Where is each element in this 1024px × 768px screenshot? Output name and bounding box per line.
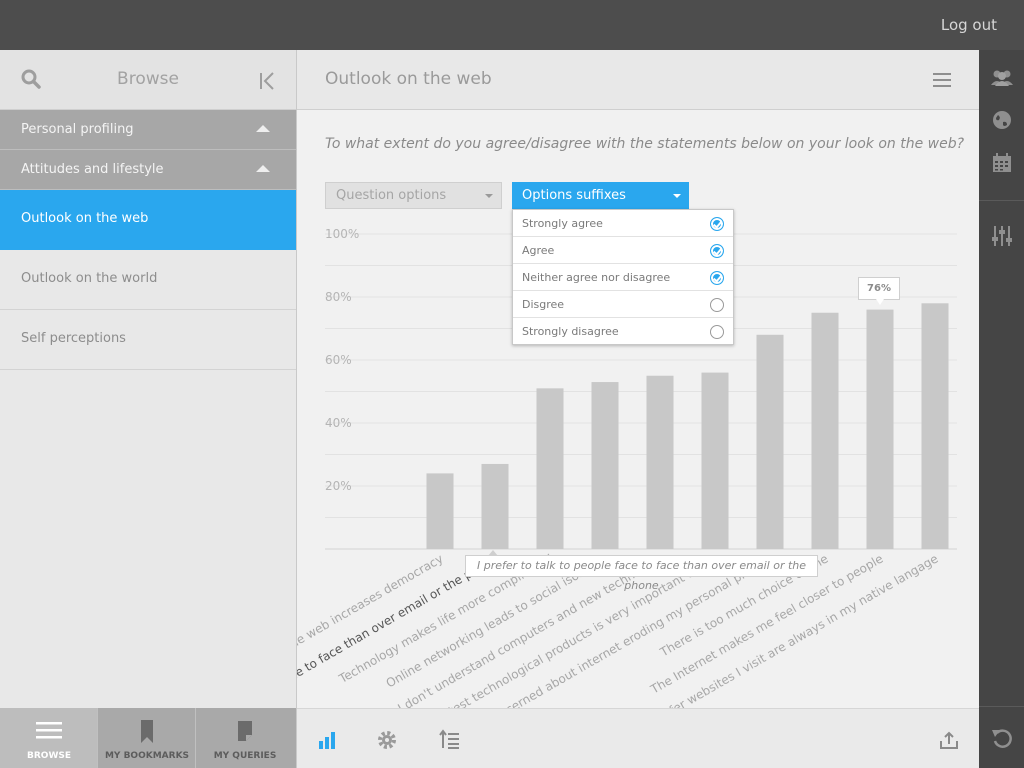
option-disagree[interactable]: Disgree [513,291,733,318]
question-options-dropdown[interactable]: Question options [325,182,502,209]
bar [811,312,839,549]
top-bar: Log out [0,0,1024,50]
option-label: Strongly disagree [522,325,619,338]
collapse-sidebar-icon[interactable] [258,70,278,92]
y-tick-label: 100% [325,227,359,241]
bar [591,382,619,549]
y-tick-label: 20% [325,479,352,493]
sidebar-header: Browse [0,50,296,110]
section-label: Personal profiling [21,122,134,137]
dropdown-label: Question options [336,188,447,203]
rail-divider [979,200,1024,201]
gear-icon[interactable] [376,729,398,751]
section-attitudes-lifestyle[interactable]: Attitudes and lifestyle [0,150,296,190]
list-icon [0,720,98,745]
bar [646,375,674,549]
undo-icon[interactable] [990,727,1014,749]
sidebar-item-outlook-world[interactable]: Outlook on the world [0,250,296,310]
sidebar: Browse Personal profiling Attitudes and … [0,50,297,768]
tab-label: BROWSE [27,751,71,761]
right-rail [979,50,1024,768]
bar-chart-icon[interactable] [317,729,339,751]
sidebar-item-self-perceptions[interactable]: Self perceptions [0,310,296,370]
tab-label: MY QUERIES [213,751,277,761]
chevron-down-icon [673,194,681,198]
bar [536,388,564,549]
people-icon[interactable] [990,67,1014,89]
chart-toolbar [297,708,979,768]
checkbox-unchecked-icon[interactable] [710,298,724,312]
option-label: Disgree [522,298,565,311]
options-suffixes-menu: Strongly agree Agree Neither agree nor d… [512,209,734,345]
sort-icon[interactable] [439,729,461,751]
bottom-tabs: BROWSE MY BOOKMARKS MY QUERIES [0,708,296,768]
bar [921,303,949,549]
page-title: Outlook on the web [325,69,492,89]
sidebar-item-label: Self perceptions [21,331,126,346]
option-label: Agree [522,244,555,257]
option-label: Strongly agree [522,217,603,230]
caret-up-icon [256,125,270,132]
export-icon[interactable] [938,729,960,751]
y-tick-label: 80% [325,290,352,304]
option-label: Neither agree nor disagree [522,271,671,284]
caret-up-icon [256,165,270,172]
tab-label: MY BOOKMARKS [104,751,190,761]
calendar-icon[interactable] [990,152,1014,174]
bar [426,473,454,549]
bar [866,309,894,549]
hamburger-menu-icon[interactable] [933,73,951,87]
option-neither[interactable]: Neither agree nor disagree [513,264,733,291]
globe-icon[interactable] [990,109,1014,131]
sidebar-item-label: Outlook on the web [21,211,149,226]
y-tick-label: 40% [325,416,352,430]
tab-browse[interactable]: BROWSE [0,708,98,768]
section-label: Attitudes and lifestyle [21,162,164,177]
tab-my-bookmarks[interactable]: MY BOOKMARKS [98,708,196,768]
sliders-icon[interactable] [990,225,1014,247]
value-tooltip: 76% [858,277,900,305]
section-personal-profiling[interactable]: Personal profiling [0,110,296,150]
checkbox-checked-icon[interactable] [710,244,724,258]
sidebar-item-outlook-web[interactable]: Outlook on the web [0,190,296,250]
bar [756,334,784,549]
y-tick-label: 60% [325,353,352,367]
rail-divider [979,706,1024,707]
bookmark-icon [98,720,196,747]
checkbox-unchecked-icon[interactable] [710,325,724,339]
checkbox-checked-icon[interactable] [710,217,724,231]
bar [481,463,509,549]
category-tooltip: I prefer to talk to people face to face … [465,550,818,592]
sidebar-item-label: Outlook on the world [21,271,158,286]
dropdown-label: Options suffixes [522,188,626,203]
chevron-down-icon [485,194,493,198]
option-strongly-agree[interactable]: Strongly agree [513,210,733,237]
logout-link[interactable]: Log out [941,16,997,34]
document-icon [196,720,294,745]
main-header: Outlook on the web [297,50,979,110]
options-suffixes-dropdown[interactable]: Options suffixes [512,182,689,209]
sidebar-title: Browse [117,69,179,89]
bar [701,372,729,549]
checkbox-checked-icon[interactable] [710,271,724,285]
option-agree[interactable]: Agree [513,237,733,264]
option-strongly-disagree[interactable]: Strongly disagree [513,318,733,345]
question-text: To what extent do you agree/disagree wit… [325,136,965,152]
tab-my-queries[interactable]: MY QUERIES [196,708,296,768]
